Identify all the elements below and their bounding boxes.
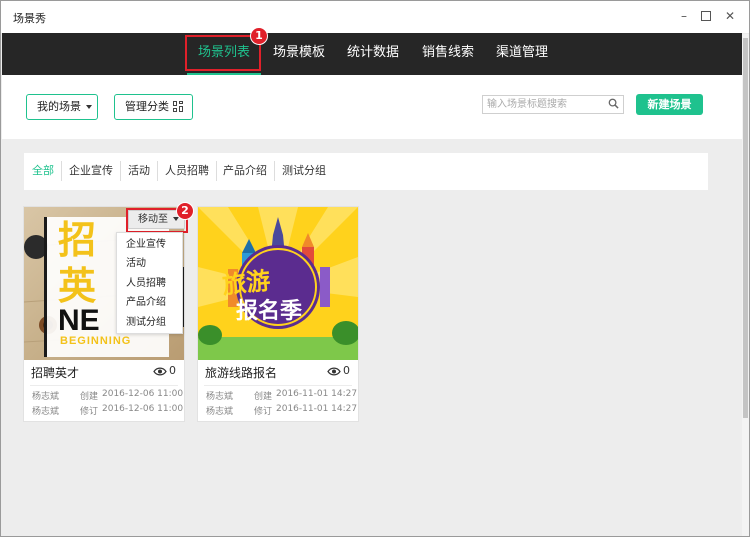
view-count-value: 0: [169, 364, 176, 377]
created-time: 2016-12-06 11:00: [102, 389, 184, 399]
created-label: 创建: [254, 392, 273, 402]
search-box: [482, 95, 624, 114]
tab-channel-management[interactable]: 渠道管理: [491, 33, 553, 75]
thumbnail-text-3: NE: [58, 304, 100, 337]
move-to-menu: 企业宣传 活动 人员招聘 产品介绍 测试分组: [116, 232, 183, 334]
menu-item-corporate[interactable]: 企业宣传: [126, 238, 166, 252]
vertical-scrollbar[interactable]: [742, 34, 749, 536]
new-scene-button[interactable]: 新建场景: [636, 94, 703, 115]
filter-all[interactable]: 全部: [32, 164, 54, 178]
tab-statistics[interactable]: 统计数据: [342, 33, 404, 75]
modified-label: 修订: [254, 407, 273, 417]
author: 杨志斌: [206, 392, 234, 402]
author: 杨志斌: [32, 392, 60, 402]
maximize-icon[interactable]: [699, 9, 713, 23]
top-nav: 场景列表 场景模板 统计数据 销售线索 渠道管理: [2, 33, 742, 75]
scene-title: 招聘英才: [31, 366, 80, 380]
tab-sales-leads[interactable]: 销售线索: [417, 33, 479, 75]
manage-categories-label: 管理分类: [125, 100, 169, 113]
highlight-box-1: [185, 35, 261, 71]
filter-test-group[interactable]: 测试分组: [282, 164, 326, 178]
window-title: 场景秀: [13, 12, 46, 25]
menu-item-products[interactable]: 产品介绍: [126, 296, 166, 310]
step-badge-1: 1: [250, 27, 268, 45]
filter-divider: [120, 161, 121, 181]
thumbnail-text-4: BEGINNING: [60, 335, 132, 347]
created-label: 创建: [80, 392, 99, 402]
view-count: 0: [327, 364, 350, 377]
view-count: 0: [153, 364, 176, 377]
my-scenes-label: 我的场景: [37, 100, 81, 113]
category-icon: [173, 101, 184, 113]
manage-categories-button[interactable]: 管理分类: [114, 94, 193, 120]
eye-icon: [327, 367, 341, 375]
tab-scene-templates[interactable]: 场景模板: [268, 33, 330, 75]
filter-divider: [274, 161, 275, 181]
card-divider: [204, 385, 352, 386]
category-filter-bar: 全部 企业宣传 活动 人员招聘 产品介绍 测试分组: [24, 153, 708, 190]
filter-divider: [216, 161, 217, 181]
search-icon[interactable]: [608, 98, 619, 109]
filter-corporate[interactable]: 企业宣传: [69, 164, 113, 178]
step-badge-2: 2: [176, 202, 194, 220]
menu-item-test-group[interactable]: 测试分组: [126, 316, 166, 330]
app-window: 场景秀 – ✕ 场景列表 场景模板 统计数据 销售线索 渠道管理 1 我的场景 …: [0, 0, 750, 537]
filter-divider: [61, 161, 62, 181]
scene-card[interactable]: 旅游 报名季 旅游线路报名 0 杨志斌 创建 2016-11-01 14:27 …: [197, 206, 359, 422]
menu-item-recruitment[interactable]: 人员招聘: [126, 277, 166, 291]
filter-divider: [157, 161, 158, 181]
thumbnail-text-2: 英: [58, 264, 97, 308]
card-divider: [30, 385, 178, 386]
search-input[interactable]: [487, 97, 605, 112]
title-bar: 场景秀 – ✕: [1, 1, 749, 33]
author: 杨志斌: [206, 407, 234, 417]
my-scenes-dropdown[interactable]: 我的场景: [26, 94, 98, 120]
modified-label: 修订: [80, 407, 99, 417]
created-time: 2016-11-01 14:27: [276, 389, 358, 399]
modified-time: 2016-12-06 11:00: [102, 404, 184, 414]
thumbnail-text-1: 招: [58, 218, 97, 262]
chevron-down-icon: [86, 105, 92, 109]
filter-recruitment[interactable]: 人员招聘: [165, 164, 209, 178]
filter-events[interactable]: 活动: [128, 164, 150, 178]
toolbar: 我的场景 管理分类 新建场景: [2, 75, 742, 139]
menu-item-events[interactable]: 活动: [126, 257, 146, 271]
view-count-value: 0: [343, 364, 350, 377]
close-icon[interactable]: ✕: [723, 9, 737, 23]
scene-title: 旅游线路报名: [205, 366, 278, 380]
author: 杨志斌: [32, 407, 60, 417]
eye-icon: [153, 367, 167, 375]
minimize-icon[interactable]: –: [677, 9, 691, 23]
scrollbar-thumb[interactable]: [743, 38, 748, 418]
thumbnail-text-2: 报名季: [236, 299, 303, 324]
filter-products[interactable]: 产品介绍: [223, 164, 267, 178]
scene-thumbnail[interactable]: 旅游 报名季: [198, 207, 358, 360]
modified-time: 2016-11-01 14:27: [276, 404, 358, 414]
